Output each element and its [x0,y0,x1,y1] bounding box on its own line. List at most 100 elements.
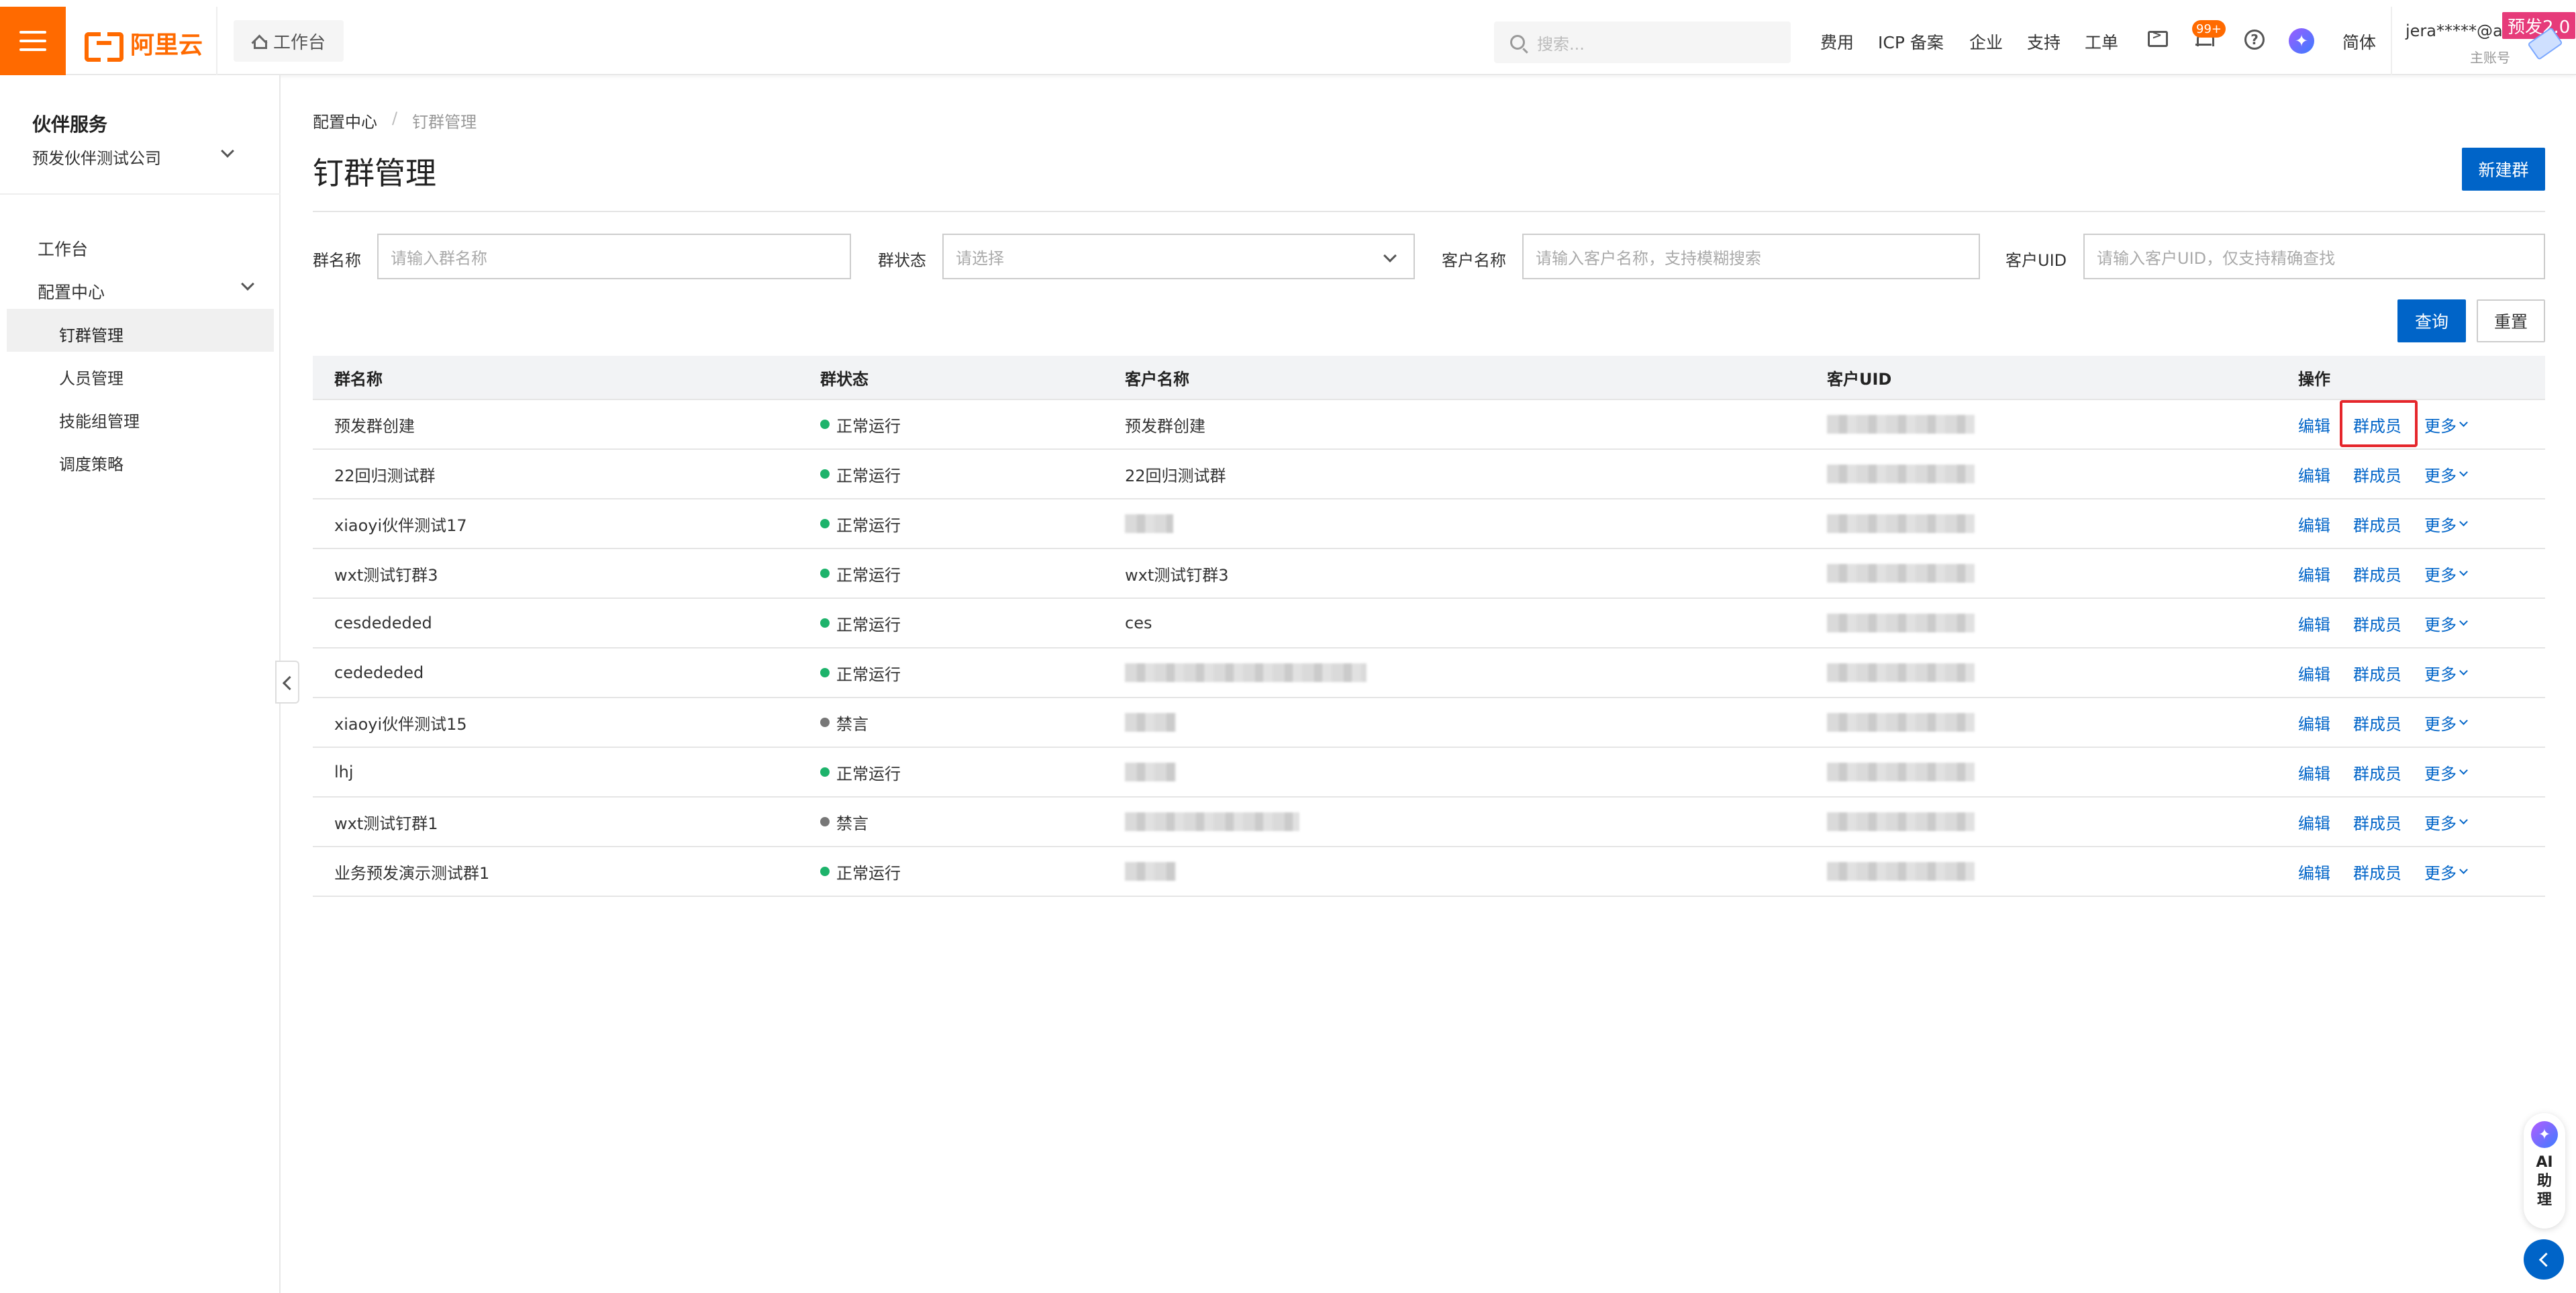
redacted-customer-uid [1827,713,1975,732]
members-link[interactable]: 群成员 [2353,798,2401,846]
nav-enterprise[interactable]: 企业 [1969,30,2003,54]
redacted-customer-name [1125,862,1176,881]
nav-tickets[interactable]: 工单 [2085,30,2118,54]
more-dropdown[interactable]: 更多 [2424,698,2468,747]
more-dropdown[interactable]: 更多 [2424,400,2468,448]
sidebar-item-staff[interactable]: 人员管理 [59,365,123,389]
nav-support[interactable]: 支持 [2027,30,2061,54]
reset-button[interactable]: 重置 [2477,299,2545,342]
redacted-customer-name [1125,514,1173,533]
customer-name-input[interactable]: 请输入客户名称，支持模糊搜索 [1522,234,1980,279]
more-dropdown[interactable]: 更多 [2424,450,2468,498]
group-name-label: 群名称 [313,251,361,270]
edit-link[interactable]: 编辑 [2298,847,2330,896]
row-customer-uid [1827,798,1975,846]
row-status: 正常运行 [820,847,901,896]
help-icon[interactable]: ? [2244,30,2265,50]
row-group-name: xiaoyi伙伴测试15 [334,714,467,734]
group-name-input[interactable]: 请输入群名称 [377,234,851,279]
edit-link[interactable]: 编辑 [2298,798,2330,846]
row-customer-name [1125,847,1176,896]
edit-link[interactable]: 编辑 [2298,499,2330,548]
row-group-name: 预发群创建 [334,416,415,436]
members-link[interactable]: 群成员 [2353,450,2401,498]
more-dropdown[interactable]: 更多 [2424,499,2468,548]
sidebar-item-dispatch-policy[interactable]: 调度策略 [59,451,123,475]
members-link[interactable]: 群成员 [2353,549,2401,597]
group-status-select[interactable]: 请选择 [942,234,1415,279]
members-link[interactable]: 群成员 [2353,748,2401,796]
row-customer-uid [1827,649,1975,697]
sidebar-item-config-center[interactable]: 配置中心 [38,279,105,303]
edit-link-label: 编辑 [2298,516,2330,535]
status-text: 禁言 [836,714,869,734]
edit-link[interactable]: 编辑 [2298,450,2330,498]
members-link[interactable]: 群成员 [2353,847,2401,896]
members-link[interactable]: 群成员 [2353,499,2401,548]
sidebar-collapse-button[interactable] [275,661,299,704]
divider [216,7,217,75]
redacted-customer-uid [1827,862,1975,881]
terminal-icon[interactable] [2148,28,2168,47]
breadcrumb-separator: / [392,109,398,128]
chevron-down-icon[interactable] [241,277,254,291]
language-switch[interactable]: 简体 [2342,30,2376,54]
sidebar-item-dingtalk-groups[interactable]: 钉群管理 [59,322,123,346]
members-link-label: 群成员 [2353,565,2401,585]
edit-link-label: 编辑 [2298,565,2330,585]
more-dropdown[interactable]: 更多 [2424,599,2468,647]
nav-fees[interactable]: 费用 [1820,30,1854,54]
edit-link[interactable]: 编辑 [2298,698,2330,747]
more-dropdown[interactable]: 更多 [2424,847,2468,896]
members-link[interactable]: 群成员 [2353,400,2401,448]
chevron-down-icon [2459,766,2468,775]
new-group-button[interactable]: 新建群 [2462,148,2545,191]
ai-star-icon[interactable]: ✦ [2289,28,2314,54]
edit-link[interactable]: 编辑 [2298,549,2330,597]
nav-icp[interactable]: ICP 备案 [1878,30,1944,54]
more-dropdown-label: 更多 [2424,565,2457,585]
workbench-button[interactable]: 工作台 [234,20,344,62]
members-link[interactable]: 群成员 [2353,649,2401,697]
customer-name-placeholder: 请输入客户名称，支持模糊搜索 [1536,248,1761,268]
logo-text: 阿里云 [130,32,203,59]
edit-link-label: 编辑 [2298,466,2330,485]
breadcrumb-root[interactable]: 配置中心 [313,109,377,132]
more-dropdown-label: 更多 [2424,665,2457,684]
col-actions: 操作 [2298,369,2330,389]
customer-name-label: 客户名称 [1442,251,1506,270]
more-dropdown[interactable]: 更多 [2424,798,2468,846]
status-dot-icon [820,469,830,479]
status-dot-icon [820,618,830,628]
company-selector[interactable]: 预发伙伴测试公司 [32,145,161,169]
menu-icon[interactable] [0,7,66,75]
more-dropdown[interactable]: 更多 [2424,649,2468,697]
ai-assistant-collapse-button[interactable] [2524,1239,2564,1280]
chevron-down-icon[interactable] [221,144,234,158]
row-customer-uid [1827,450,1975,498]
members-link[interactable]: 群成员 [2353,698,2401,747]
query-button[interactable]: 查询 [2397,299,2466,342]
chevron-down-icon [2459,468,2468,477]
edit-link[interactable]: 编辑 [2298,599,2330,647]
members-link[interactable]: 群成员 [2353,599,2401,647]
more-dropdown[interactable]: 更多 [2424,549,2468,597]
ai-assistant-widget[interactable]: ✦ AI助理 [2524,1113,2565,1229]
row-customer-name: wxt测试钉群3 [1125,565,1229,585]
status-text: 正常运行 [836,565,901,585]
customer-uid-input[interactable]: 请输入客户UID，仅支持精确查找 [2083,234,2545,279]
global-search-input[interactable]: 搜索... [1494,21,1791,63]
more-dropdown[interactable]: 更多 [2424,748,2468,796]
more-dropdown-label: 更多 [2424,416,2457,436]
edit-link[interactable]: 编辑 [2298,748,2330,796]
table-row: wxt测试钉群3 正常运行 wxt测试钉群3 编辑 群成员 更多 [313,549,2545,599]
status-text: 正常运行 [836,416,901,436]
row-customer-uid [1827,847,1975,896]
table-row: lhj 正常运行 编辑 群成员 更多 [313,748,2545,798]
edit-link[interactable]: 编辑 [2298,400,2330,448]
row-status: 正常运行 [820,748,901,796]
edit-link[interactable]: 编辑 [2298,649,2330,697]
aliyun-logo[interactable]: 阿里云 [85,26,203,62]
sidebar-item-skill-groups[interactable]: 技能组管理 [59,408,140,432]
sidebar-item-workbench[interactable]: 工作台 [38,236,88,260]
